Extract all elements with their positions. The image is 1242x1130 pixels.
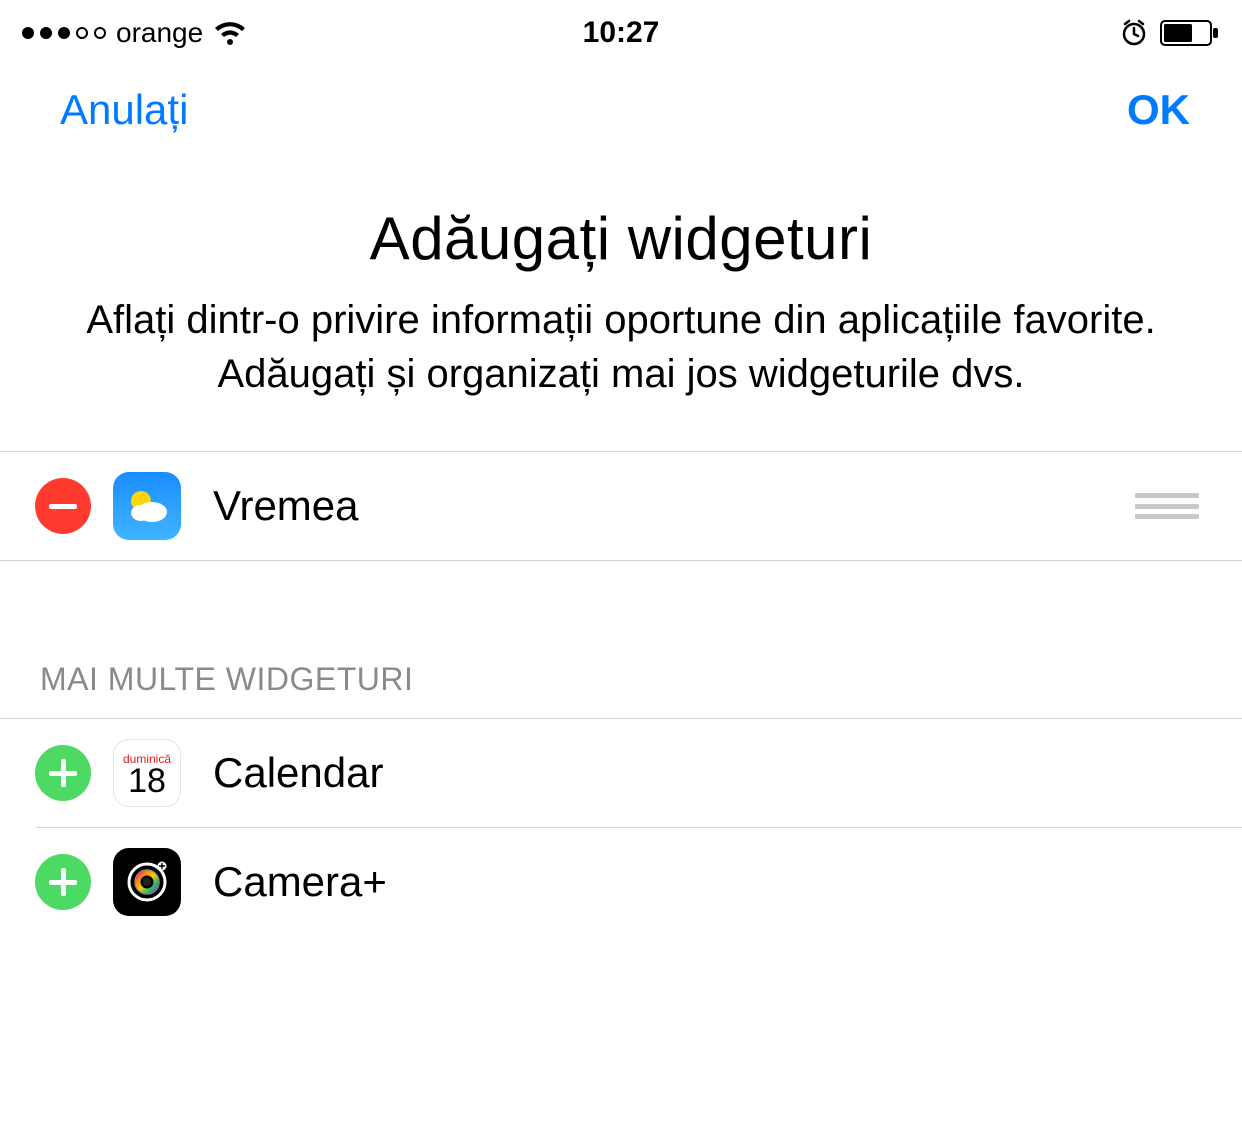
widget-row-camera-plus[interactable]: Camera+ bbox=[0, 828, 1242, 936]
nav-bar: Anulați OK bbox=[0, 56, 1242, 164]
more-widgets-list: duminică 18 Calendar bbox=[0, 718, 1242, 936]
status-bar: orange 10:27 bbox=[0, 0, 1242, 56]
widget-label: Vremea bbox=[213, 482, 1135, 530]
drag-handle-icon[interactable] bbox=[1135, 493, 1199, 519]
page-title: Adăugați widgeturi bbox=[70, 204, 1172, 273]
status-right bbox=[1120, 19, 1220, 47]
widget-row-calendar[interactable]: duminică 18 Calendar bbox=[0, 719, 1242, 827]
widget-label: Camera+ bbox=[213, 858, 1207, 906]
weather-app-icon bbox=[113, 472, 181, 540]
widget-label: Calendar bbox=[213, 749, 1207, 797]
signal-strength-icon bbox=[22, 27, 106, 39]
cancel-button[interactable]: Anulați bbox=[60, 86, 188, 134]
camera-plus-app-icon bbox=[113, 848, 181, 916]
status-time: 10:27 bbox=[583, 16, 660, 50]
active-widgets-list: Vremea bbox=[0, 451, 1242, 561]
minus-icon bbox=[49, 504, 77, 509]
more-widgets-section-header: MAI MULTE WIDGETURI bbox=[0, 561, 1242, 718]
page-subtitle: Aflați dintr-o privire informații oportu… bbox=[70, 293, 1172, 401]
add-button[interactable] bbox=[35, 854, 91, 910]
page-header: Adăugați widgeturi Aflați dintr-o privir… bbox=[0, 164, 1242, 451]
status-left: orange bbox=[22, 17, 247, 49]
widget-row-vremea[interactable]: Vremea bbox=[0, 451, 1242, 561]
calendar-app-icon: duminică 18 bbox=[113, 739, 181, 807]
carrier-label: orange bbox=[116, 17, 203, 49]
wifi-icon bbox=[213, 20, 247, 46]
ok-button[interactable]: OK bbox=[1127, 86, 1190, 134]
add-button[interactable] bbox=[35, 745, 91, 801]
remove-button[interactable] bbox=[35, 478, 91, 534]
battery-icon bbox=[1160, 20, 1220, 46]
alarm-icon bbox=[1120, 19, 1148, 47]
